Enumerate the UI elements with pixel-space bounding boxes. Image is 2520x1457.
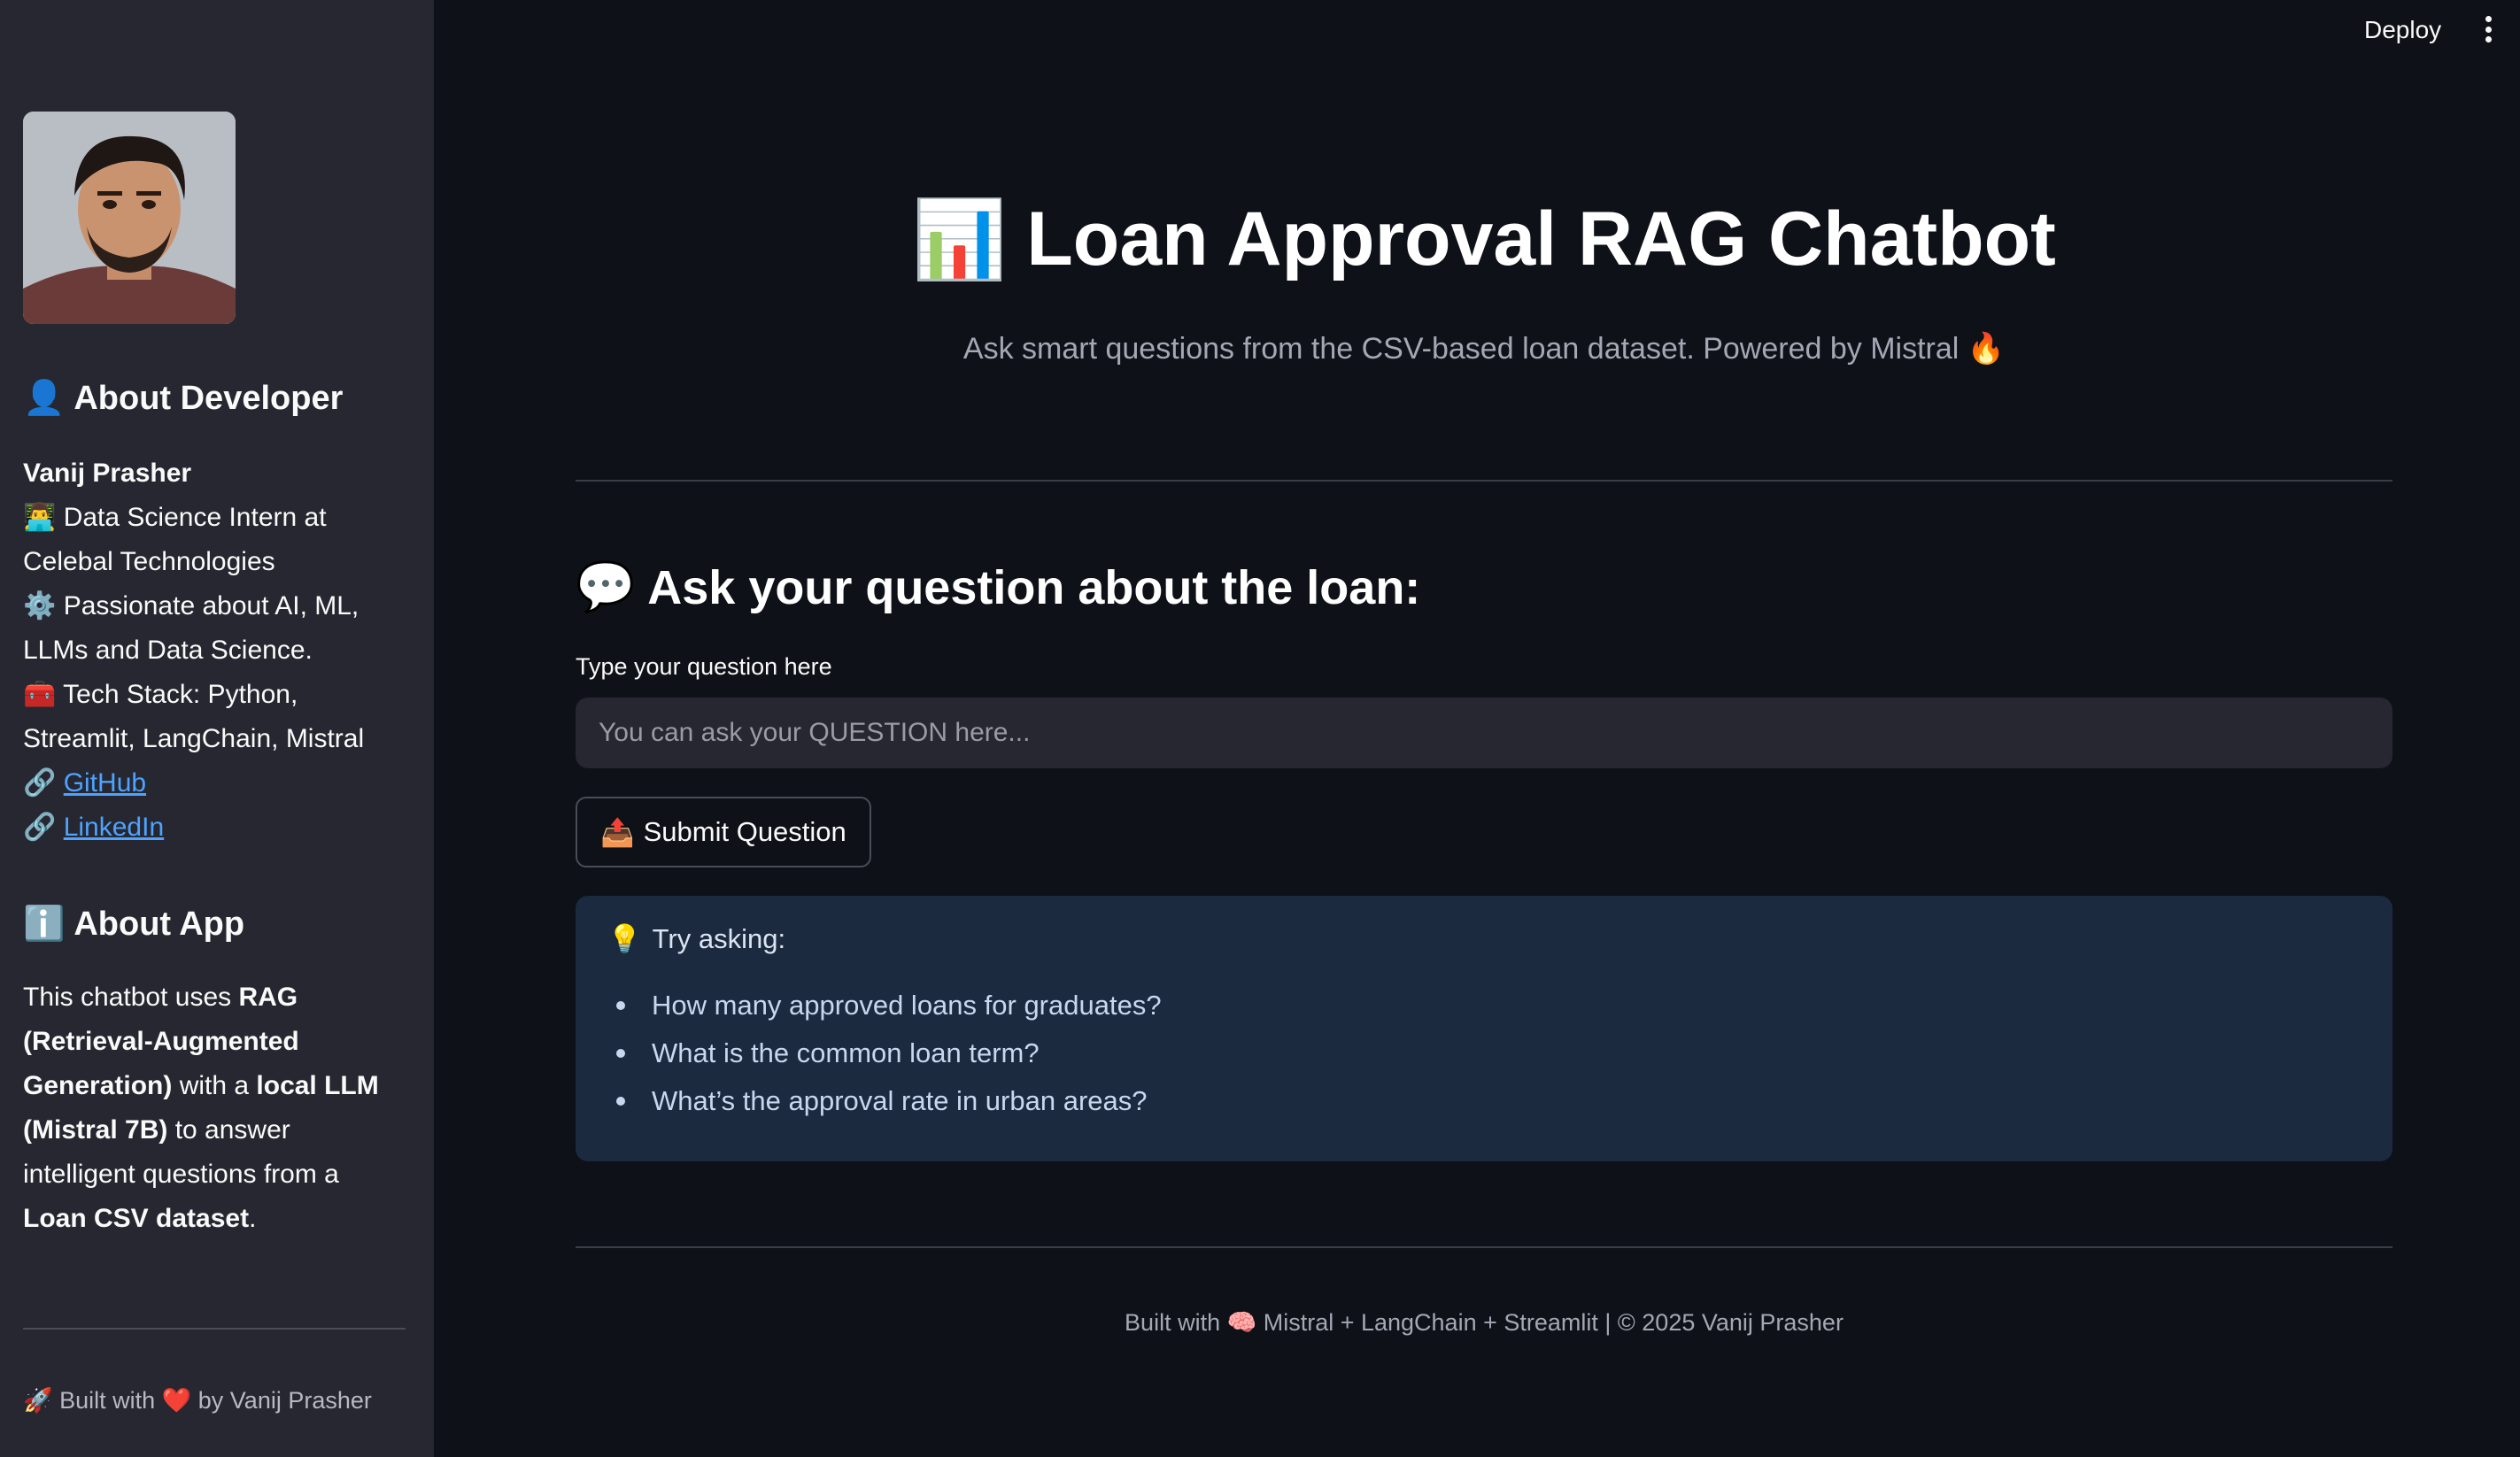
about-app-heading-label: About App bbox=[73, 905, 245, 943]
list-item: How many approved loans for graduates? bbox=[607, 982, 2361, 1029]
dev-line-passion-text: Passionate about AI, ML, LLMs and Data S… bbox=[23, 591, 359, 665]
linkedin-link[interactable]: LinkedIn bbox=[64, 813, 164, 842]
developer-info: Vanij Prasher 👨‍💻 Data Science Intern at… bbox=[23, 451, 395, 850]
about-text-part: . bbox=[249, 1204, 257, 1233]
sidebar-footer: 🚀 Built with ❤️ by Vanij Prasher bbox=[23, 1387, 372, 1414]
bullet-icon bbox=[616, 1001, 625, 1010]
dev-line-stack-text: Tech Stack: Python, Streamlit, LangChain… bbox=[23, 680, 365, 753]
submit-question-button[interactable]: 📤 Submit Question bbox=[576, 797, 871, 867]
question-input-label: Type your question here bbox=[576, 653, 832, 680]
about-text-bold: Loan CSV dataset bbox=[23, 1204, 250, 1233]
suggestions-list: How many approved loans for graduates? W… bbox=[607, 982, 2361, 1125]
dev-line-stack: 🧰 Tech Stack: Python, Streamlit, LangCha… bbox=[23, 673, 395, 761]
sidebar: 👤 About Developer Vanij Prasher 👨‍💻 Data… bbox=[0, 0, 434, 1457]
dev-line-role-text: Data Science Intern at Celebal Technolog… bbox=[23, 503, 327, 576]
suggestions-title-text: Try asking: bbox=[652, 922, 786, 954]
lightbulb-icon: 💡 bbox=[607, 923, 642, 954]
about-app-description: This chatbot uses RAG (Retrieval-Augment… bbox=[23, 975, 395, 1241]
list-item: What is the common loan term? bbox=[607, 1029, 2361, 1077]
list-item: What’s the approval rate in urban areas? bbox=[607, 1077, 2361, 1125]
about-text-part: This chatbot uses bbox=[23, 983, 239, 1012]
link-icon: 🔗 bbox=[23, 768, 57, 798]
person-icon: 👤 bbox=[23, 380, 66, 417]
about-app-heading: ℹ️ About App bbox=[23, 905, 244, 944]
info-icon: ℹ️ bbox=[23, 906, 66, 943]
github-link[interactable]: GitHub bbox=[64, 768, 146, 798]
deploy-button[interactable]: Deploy bbox=[2355, 12, 2450, 48]
submit-question-label: Submit Question bbox=[643, 816, 846, 847]
linkedin-link-row: 🔗 LinkedIn bbox=[23, 806, 395, 850]
suggestion-text: What’s the approval rate in urban areas? bbox=[652, 1085, 1148, 1116]
question-input[interactable] bbox=[576, 698, 2392, 768]
page-subtitle: Ask smart questions from the CSV-based l… bbox=[962, 332, 2006, 366]
speech-bubble-icon: 💬 bbox=[576, 560, 636, 613]
divider bbox=[576, 1246, 2392, 1248]
suggestions-title: 💡 Try asking: bbox=[607, 922, 2361, 955]
suggestion-text: How many approved loans for graduates? bbox=[652, 990, 1162, 1021]
page-footer: Built with 🧠 Mistral + LangChain + Strea… bbox=[1125, 1309, 1844, 1336]
developer-avatar bbox=[23, 112, 236, 324]
page-title-text: Loan Approval RAG Chatbot bbox=[1026, 197, 2056, 281]
outbox-icon: 📤 bbox=[600, 816, 635, 848]
sidebar-divider bbox=[23, 1328, 406, 1330]
developer-name: Vanij Prasher bbox=[23, 459, 192, 488]
more-vertical-icon[interactable] bbox=[2479, 16, 2497, 42]
question-heading: 💬 Ask your question about the loan: bbox=[576, 559, 1420, 615]
link-icon: 🔗 bbox=[23, 813, 57, 842]
suggestions-box: 💡 Try asking: How many approved loans fo… bbox=[576, 896, 2392, 1161]
dev-line-role: 👨‍💻 Data Science Intern at Celebal Techn… bbox=[23, 496, 395, 584]
bar-chart-icon: 📊 bbox=[912, 197, 1008, 282]
bullet-icon bbox=[616, 1049, 625, 1058]
dev-line-passion: ⚙️ Passionate about AI, ML, LLMs and Dat… bbox=[23, 584, 395, 673]
github-link-row: 🔗 GitHub bbox=[23, 761, 395, 806]
toolbox-icon: 🧰 bbox=[23, 680, 57, 709]
bullet-icon bbox=[616, 1097, 625, 1106]
about-developer-heading-label: About Developer bbox=[73, 379, 344, 417]
about-developer-heading: 👤 About Developer bbox=[23, 379, 343, 418]
divider bbox=[576, 480, 2392, 482]
app-root: 👤 About Developer Vanij Prasher 👨‍💻 Data… bbox=[0, 0, 2520, 1457]
about-text-part: with a bbox=[172, 1071, 257, 1100]
page-title: 📊 Loan Approval RAG Chatbot bbox=[576, 195, 2392, 284]
gear-icon: ⚙️ bbox=[23, 591, 57, 621]
question-heading-text: Ask your question about the loan: bbox=[647, 560, 1421, 614]
technologist-icon: 👨‍💻 bbox=[23, 503, 57, 532]
suggestion-text: What is the common loan term? bbox=[652, 1037, 1040, 1068]
